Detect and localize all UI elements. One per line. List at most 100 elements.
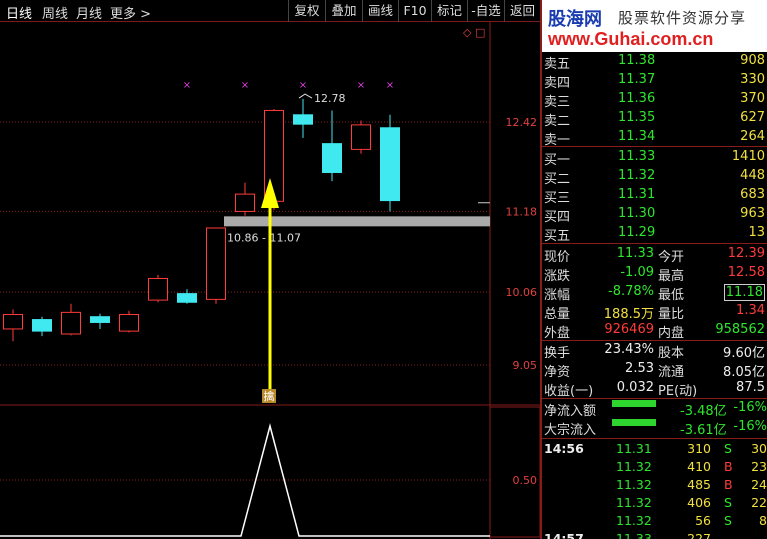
candle-body <box>235 193 255 212</box>
bid-volume: 448 <box>740 168 765 183</box>
bid-price: 11.31 <box>618 187 656 202</box>
candle-body <box>3 314 23 330</box>
ask-price: 11.35 <box>618 110 656 125</box>
mark-button[interactable]: 标记 <box>431 0 467 22</box>
bid-price: 11.33 <box>618 149 656 164</box>
tick-side: B <box>724 459 733 474</box>
tick-time: 14:57 <box>544 531 584 539</box>
ask-label: 卖二 <box>544 114 571 129</box>
ask-row[interactable]: 卖五 11.38 908 <box>544 52 767 72</box>
kline-chart[interactable]: 12.42 11.18 10.06 9.05 0.50 × × × × × 12.78 10.86… <box>0 22 540 539</box>
flow-percent: -16% <box>733 419 767 434</box>
bid-price: 11.32 <box>618 168 656 183</box>
more-periods-button[interactable]: 更多 > <box>110 3 151 22</box>
overlay-button[interactable]: 叠加 <box>325 0 362 22</box>
tick-price: 11.32 <box>616 495 652 510</box>
candle-body <box>351 124 371 150</box>
stat-value: 11.33 <box>616 246 654 261</box>
tick-volume: 56 <box>695 513 711 528</box>
tab-weekly[interactable]: 周线 <box>42 3 68 22</box>
range-label: 10.86 - 11.07 <box>227 231 301 244</box>
price-tick-label: 9.05 <box>513 359 538 372</box>
bid-label: 买四 <box>544 210 571 225</box>
chart-settings-icon[interactable]: ◇ □ <box>463 26 485 39</box>
fundamental-label: PE(动) <box>658 384 698 399</box>
tick-volume: 410 <box>687 459 711 474</box>
tick-count: 8 <box>759 513 767 528</box>
tick-row[interactable]: 14:57 11.33 227 <box>544 530 767 539</box>
ask-price: 11.34 <box>618 129 656 144</box>
ask-row[interactable]: 卖三 11.36 370 <box>544 90 767 110</box>
bid-label: 买三 <box>544 191 571 206</box>
fundamental-value: 0.032 <box>616 380 654 395</box>
tick-side: S <box>724 495 732 510</box>
watermark-logo: 股海网 股票软件资源分享 www.Guhai.com.cn <box>542 0 767 52</box>
bid-row[interactable]: 买二 11.32 448 <box>544 167 767 187</box>
flow-bar <box>612 419 656 426</box>
stat-label: 外盘 <box>544 326 571 341</box>
fundamental-label: 收益(一) <box>544 384 594 399</box>
panel-separator <box>542 146 767 147</box>
stat-value: 12.39 <box>727 246 765 261</box>
tick-count: 30 <box>751 441 767 456</box>
stat-row: 涨跌 -1.09 最高 12.58 <box>544 264 767 284</box>
lower-axis-box <box>489 406 540 538</box>
back-button[interactable]: 返回 <box>504 0 540 22</box>
kline-chart-svg[interactable]: 12.42 11.18 10.06 9.05 0.50 × × × × × 12.78 10.86… <box>0 22 540 539</box>
tick-volume: 310 <box>687 441 711 456</box>
tick-price: 11.32 <box>616 513 652 528</box>
tick-count: 23 <box>751 459 767 474</box>
ask-row[interactable]: 卖四 11.37 330 <box>544 71 767 91</box>
stat-label: 内盘 <box>658 326 685 341</box>
ask-row[interactable]: 卖二 11.35 627 <box>544 109 767 129</box>
tick-row[interactable]: 11.32 406 S 22 <box>544 494 767 512</box>
logo-name: 股海网 <box>548 9 602 30</box>
stat-value: -8.78% <box>608 284 654 299</box>
tick-row[interactable]: 14:56 11.31 310 S 30 <box>544 440 767 458</box>
candle-body <box>322 143 342 173</box>
flow-label: 大宗流入 <box>544 423 597 438</box>
tick-volume: 485 <box>687 477 711 492</box>
bid-volume: 1410 <box>731 149 765 164</box>
chart-toolbar: 日线 周线 月线 更多 > 复权 叠加 画线 F10 标记 -自选 返回 <box>0 0 540 22</box>
support-band <box>224 216 490 227</box>
flow-value: -3.48亿 <box>680 404 727 419</box>
price-tick-label: 10.06 <box>506 286 538 299</box>
tab-daily[interactable]: 日线 <box>6 3 32 22</box>
tick-row[interactable]: 11.32 485 B 24 <box>544 476 767 494</box>
stat-value: 11.18 <box>723 284 765 301</box>
bid-label: 买二 <box>544 172 571 187</box>
bid-row[interactable]: 买一 11.33 1410 <box>544 148 767 168</box>
fundamental-label: 净资 <box>544 365 571 380</box>
bid-row[interactable]: 买三 11.31 683 <box>544 186 767 206</box>
tab-monthly[interactable]: 月线 <box>76 3 102 22</box>
capital-flow-row: 大宗流入 -3.61亿 -16% <box>544 418 767 438</box>
capital-flow-row: 净流入额 -3.48亿 -16% <box>544 399 767 419</box>
fundamental-row: 收益(一) 0.032 PE(动) 87.5 <box>544 379 767 399</box>
logo-url: www.Guhai.com.cn <box>548 29 714 49</box>
tick-row[interactable]: 11.32 410 B 23 <box>544 458 767 476</box>
restore-rights-button[interactable]: 复权 <box>288 0 325 22</box>
stat-label: 涨幅 <box>544 288 571 303</box>
ask-row[interactable]: 卖一 11.34 264 <box>544 128 767 148</box>
signal-marker: × <box>241 80 249 91</box>
candle-body <box>148 277 168 301</box>
bid-row[interactable]: 买五 11.29 13 <box>544 224 767 244</box>
tick-side: S <box>724 441 732 456</box>
stat-label: 总量 <box>544 307 571 322</box>
fundamental-row: 换手 23.43% 股本 9.60亿 <box>544 341 767 361</box>
high-price-pointer <box>298 93 313 99</box>
flow-bar <box>612 400 656 407</box>
stat-row: 涨幅 -8.78% 最低 11.18 <box>544 283 767 303</box>
draw-line-button[interactable]: 画线 <box>362 0 398 22</box>
tick-row[interactable]: 11.32 56 S 8 <box>544 512 767 530</box>
stat-label: 今开 <box>658 250 685 265</box>
stat-value: 958562 <box>715 322 765 337</box>
signal-marker: × <box>357 80 365 91</box>
bid-row[interactable]: 买四 11.30 963 <box>544 205 767 225</box>
flow-value: -3.61亿 <box>680 423 727 438</box>
remove-watchlist-button[interactable]: -自选 <box>467 0 504 22</box>
f10-button[interactable]: F10 <box>398 0 431 22</box>
price-tick-label: 12.42 <box>506 116 538 129</box>
candle-body <box>177 293 197 303</box>
